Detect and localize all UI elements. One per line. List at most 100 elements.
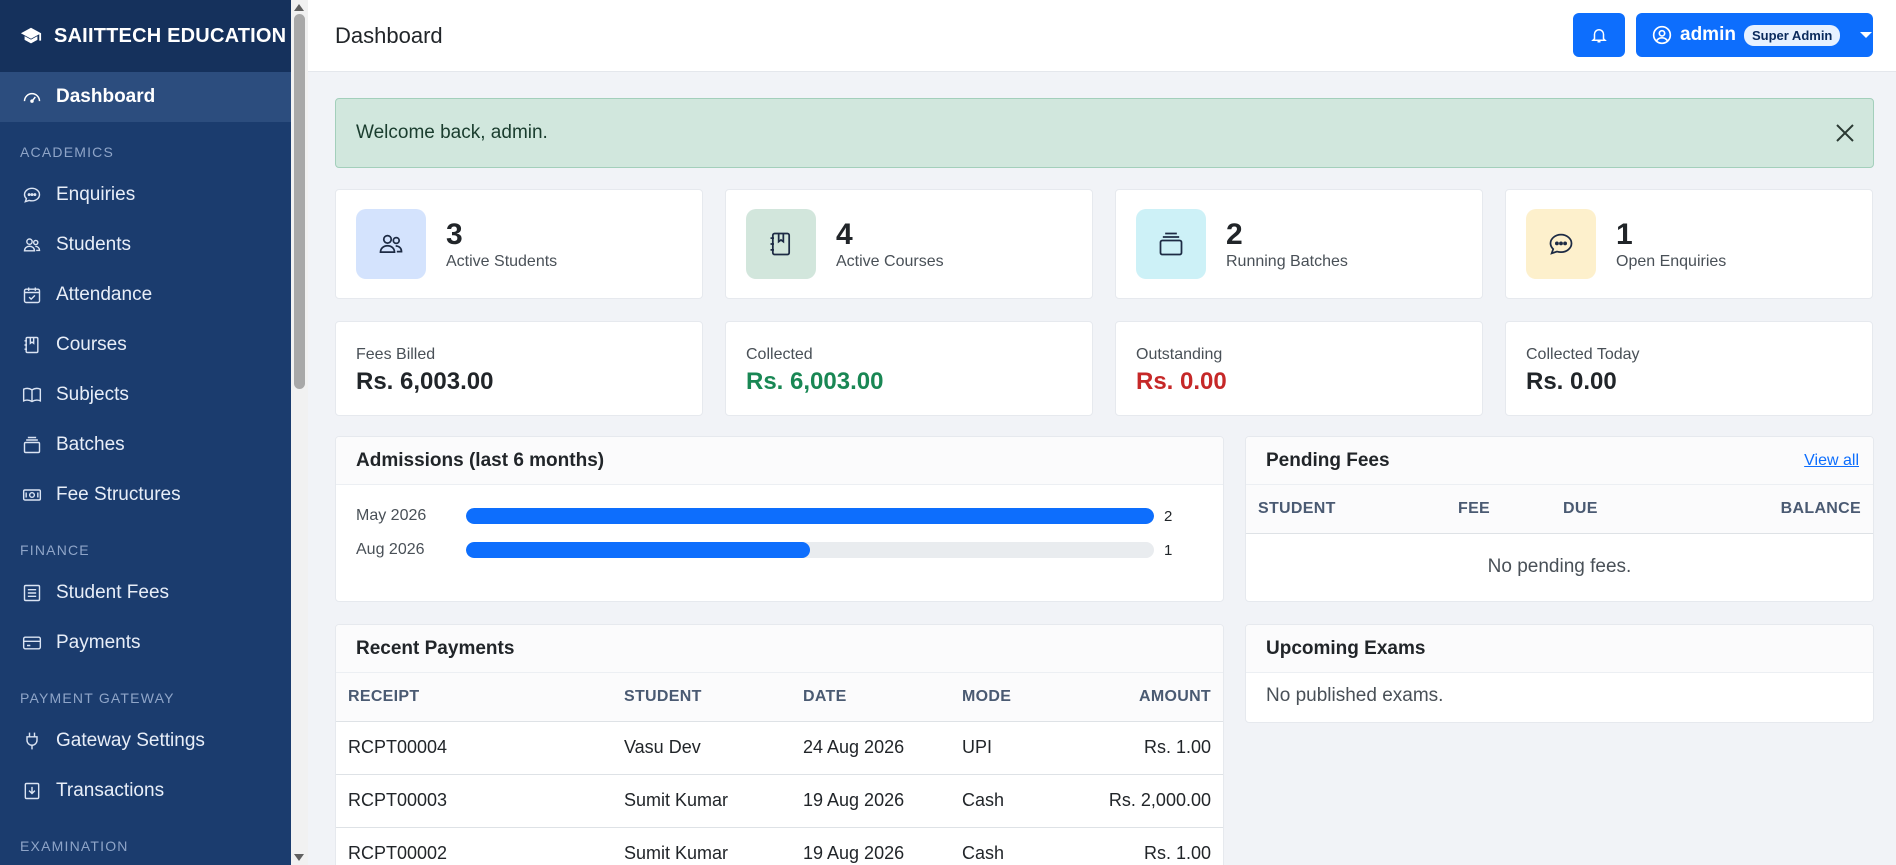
alert-message: Welcome back, admin.	[356, 122, 548, 143]
fin-label: Collected	[746, 346, 813, 363]
view-all-link[interactable]: View all	[1804, 452, 1859, 470]
sidebar-item-attendance[interactable]: Attendance	[0, 270, 291, 320]
role-badge: Super Admin	[1743, 24, 1841, 46]
column-header[interactable]: STUDENT	[1246, 485, 1446, 534]
column-header[interactable]: RECEIPT	[336, 673, 612, 722]
recent-payments-panel: Recent Payments RECEIPT STUDENT DATE MOD…	[335, 624, 1224, 865]
table-row[interactable]: RCPT00004 Vasu Dev 24 Aug 2026 UPI Rs. 1…	[336, 721, 1223, 775]
sidebar-item-students[interactable]: Students	[0, 220, 291, 270]
stat-card-courses: 4 Active Courses	[725, 189, 1093, 299]
scroll-thumb[interactable]	[294, 14, 305, 389]
receipt-list-icon	[23, 584, 41, 602]
stat-label: Running Batches	[1226, 252, 1348, 270]
sidebar-item-transactions[interactable]: Transactions	[0, 766, 291, 816]
admission-row: Aug 2026 1	[336, 533, 1223, 567]
speedometer-icon	[23, 92, 41, 103]
section-examination: EXAMINATION	[20, 838, 129, 854]
close-icon[interactable]	[1833, 121, 1857, 145]
fin-card-billed: Fees Billed Rs. 6,003.00	[335, 321, 703, 416]
pending-fees-panel: Pending Fees View all STUDENT FEE DUE BA…	[1245, 436, 1874, 602]
receipt-cell: RCPT00002	[336, 827, 612, 865]
fin-card-outstanding: Outstanding Rs. 0.00	[1115, 321, 1483, 416]
sidebar-item-label: Gateway Settings	[56, 730, 205, 751]
brand[interactable]: SAIITTECH EDUCATION	[0, 0, 291, 72]
sidebar: SAIITTECH EDUCATION Dashboard ACADEMICS …	[0, 0, 291, 865]
admission-count: 1	[1164, 541, 1173, 559]
sidebar-item-student-fees[interactable]: Student Fees	[0, 568, 291, 618]
admission-bar-track	[466, 542, 1154, 558]
stat-card-enquiries: 1 Open Enquiries	[1505, 189, 1873, 299]
sidebar-item-fee-structures[interactable]: Fee Structures	[0, 470, 291, 520]
amount-cell: Rs. 1.00	[1050, 827, 1223, 865]
scroll-up-arrow-icon[interactable]	[294, 4, 304, 11]
date-cell: 19 Aug 2026	[791, 827, 950, 865]
graduation-cap-icon	[20, 27, 42, 44]
admissions-panel: Admissions (last 6 months) May 2026 2 Aug …	[335, 436, 1224, 602]
panel-title: Recent Payments	[336, 625, 1223, 673]
stat-label: Active Students	[446, 252, 558, 270]
fin-label: Fees Billed	[356, 346, 436, 363]
collection-icon	[1136, 209, 1206, 279]
sidebar-item-label: Enquiries	[56, 184, 136, 205]
fin-value: Rs. 0.00	[1136, 368, 1227, 395]
user-name: admin	[1680, 24, 1736, 45]
sidebar-item-label: Payments	[56, 632, 141, 653]
stat-card-batches: 2 Running Batches	[1115, 189, 1483, 299]
column-header[interactable]: DUE	[1551, 485, 1651, 534]
admissions-chart: May 2026 2 Aug 2026 1	[336, 485, 1223, 567]
credit-card-icon	[22, 636, 42, 650]
chat-icon	[1526, 209, 1596, 279]
chat-icon	[23, 187, 41, 203]
column-header[interactable]: BALANCE	[1650, 485, 1873, 534]
top-bar: Dashboard admin Super Admin	[308, 0, 1896, 72]
scroll-down-arrow-icon[interactable]	[294, 854, 304, 861]
amount-cell: Rs. 1.00	[1050, 721, 1223, 775]
sidebar-item-payments[interactable]: Payments	[0, 618, 291, 668]
page-title: Dashboard	[335, 22, 443, 48]
bell-icon	[1591, 29, 1607, 43]
admission-month: Aug 2026	[356, 541, 425, 558]
student-cell: Sumit Kumar	[612, 774, 791, 828]
notifications-button[interactable]	[1573, 13, 1625, 57]
sidebar-item-dashboard[interactable]: Dashboard	[0, 72, 291, 122]
section-finance: FINANCE	[20, 542, 90, 558]
sidebar-item-gateway-settings[interactable]: Gateway Settings	[0, 716, 291, 766]
sidebar-item-batches[interactable]: Batches	[0, 420, 291, 470]
sidebar-item-label: Batches	[56, 434, 125, 455]
plug-icon	[26, 732, 38, 750]
stat-value: 3	[446, 217, 463, 251]
sidebar-item-label: Fee Structures	[56, 484, 181, 505]
welcome-alert: Welcome back, admin.	[335, 98, 1874, 168]
sidebar-item-subjects[interactable]: Subjects	[0, 370, 291, 420]
fin-card-collected: Collected Rs. 6,003.00	[725, 321, 1093, 416]
admission-bar-track	[466, 508, 1154, 524]
sidebar-item-label: Courses	[56, 334, 127, 355]
table-row[interactable]: RCPT00002 Sumit Kumar 19 Aug 2026 Cash R…	[336, 827, 1223, 865]
sidebar-scrollbar[interactable]	[291, 0, 308, 865]
receipt-cell: RCPT00004	[336, 721, 612, 775]
receipt-cell: RCPT00003	[336, 774, 612, 828]
column-header[interactable]: DATE	[791, 673, 950, 722]
fin-value: Rs. 0.00	[1526, 368, 1617, 395]
collection-icon	[23, 436, 41, 454]
finance-row: Fees Billed Rs. 6,003.00 Collected Rs. 6…	[335, 321, 1874, 416]
cash-icon	[22, 489, 42, 501]
column-header[interactable]: AMOUNT	[1050, 673, 1223, 722]
column-header[interactable]: FEE	[1446, 485, 1551, 534]
stat-label: Open Enquiries	[1616, 252, 1727, 270]
column-header[interactable]: STUDENT	[612, 673, 791, 722]
column-header[interactable]: MODE	[950, 673, 1050, 722]
section-academics: ACADEMICS	[20, 144, 115, 160]
panel-title: Pending Fees	[1266, 449, 1390, 471]
section-payment-gateway: PAYMENT GATEWAY	[20, 690, 175, 706]
sidebar-item-enquiries[interactable]: Enquiries	[0, 170, 291, 220]
table-row[interactable]: RCPT00003 Sumit Kumar 19 Aug 2026 Cash R…	[336, 774, 1223, 828]
fin-label: Collected Today	[1526, 346, 1640, 363]
user-menu-button[interactable]: admin Super Admin	[1636, 13, 1873, 57]
mode-cell: UPI	[950, 721, 1050, 775]
mode-cell: Cash	[950, 774, 1050, 828]
sidebar-item-courses[interactable]: Courses	[0, 320, 291, 370]
panel-header: Pending Fees View all	[1246, 437, 1873, 485]
box-arrow-in-icon	[24, 782, 40, 800]
main-content: Welcome back, admin. 3 Active Students 4…	[335, 98, 1874, 416]
